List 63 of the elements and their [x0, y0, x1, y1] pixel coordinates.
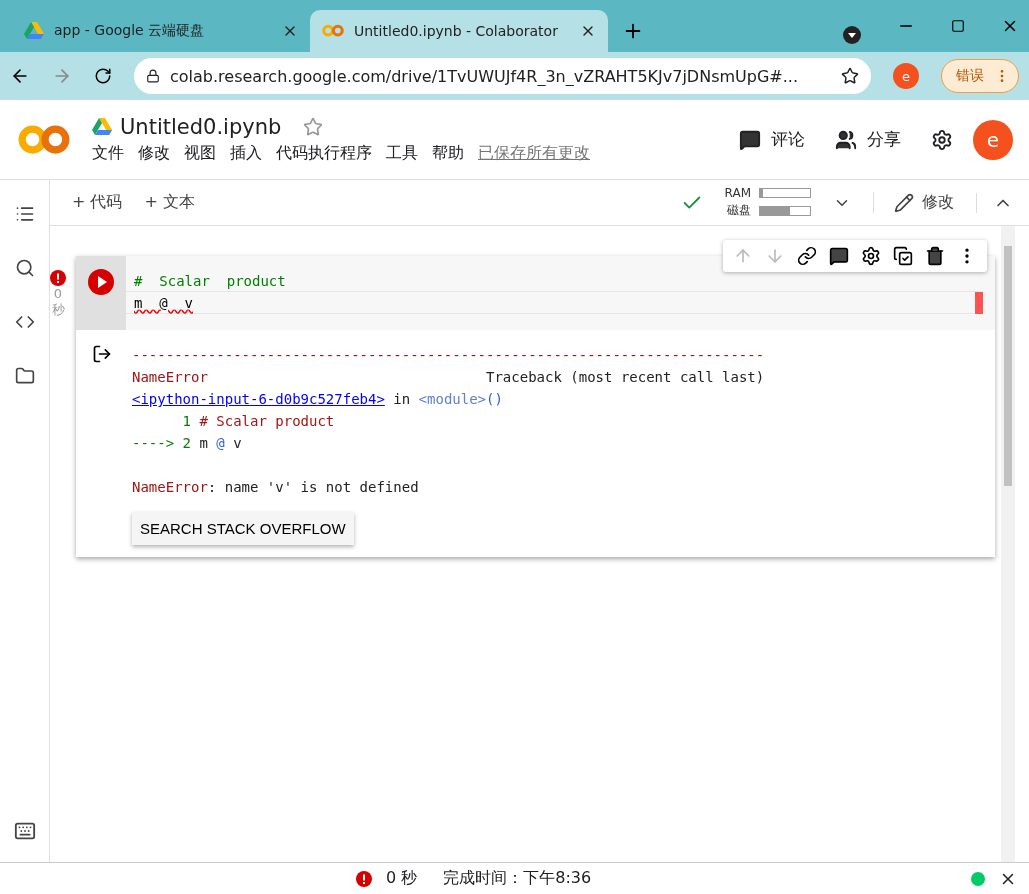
run-count: 0 — [53, 286, 63, 301]
tab-search-icon[interactable] — [843, 26, 861, 44]
menu-item[interactable]: 插入 — [230, 143, 262, 164]
traceback-line: 1 # Scalar product — [181, 412, 336, 431]
comment-icon[interactable] — [829, 246, 849, 266]
menu-item[interactable]: 代码执行程序 — [276, 143, 372, 164]
drive-icon — [24, 22, 44, 40]
menu-item[interactable]: 帮助 — [432, 143, 464, 164]
ram-label: RAM — [724, 186, 751, 200]
notebook-title[interactable]: Untitled0.ipynb — [120, 115, 282, 139]
error-icon — [50, 270, 66, 286]
folder-icon[interactable] — [14, 366, 35, 386]
browser-tab[interactable]: Untitled0.ipynb - Colaborator — [310, 10, 608, 52]
traceback-line: NameError Traceback (most recent call last) — [132, 368, 765, 387]
traceback-line: <ipython-input-6-d0b9c527feb4> in <module>() — [132, 390, 504, 409]
url-text: colab.research.google.com/drive/1TvUWUJf4R_3n_vZRAHT5KJv7jDNsmUpG#... — [170, 66, 799, 86]
keyboard-icon[interactable] — [13, 820, 36, 842]
bookmark-star-icon[interactable] — [841, 67, 859, 85]
error-message: NameError: name 'v' is not defined — [132, 478, 420, 497]
settings-icon[interactable] — [861, 246, 881, 266]
menu-item[interactable]: 视图 — [184, 143, 216, 164]
traceback-line: ----> 2 m @ v — [132, 434, 243, 453]
add-text-button[interactable]: + 文本 — [144, 192, 195, 213]
mirror-cell-icon[interactable] — [893, 246, 913, 266]
settings-icon[interactable] — [931, 128, 953, 151]
star-icon[interactable] — [303, 117, 324, 137]
menu-item[interactable]: 工具 — [386, 143, 418, 164]
drive-icon — [92, 118, 112, 136]
run-unit: 秒 — [51, 301, 65, 319]
scrollbar-thumb[interactable] — [1004, 246, 1012, 486]
connection-status-icon — [971, 871, 985, 886]
link-icon[interactable] — [797, 246, 817, 266]
delete-icon[interactable] — [925, 246, 945, 266]
edit-button[interactable]: 修改 — [922, 192, 954, 213]
traceback-line: --------------------------------------------------------------------------- — [132, 346, 765, 365]
search-stack-overflow-button[interactable]: SEARCH STACK OVERFLOW — [132, 512, 354, 545]
run-button[interactable] — [88, 269, 114, 295]
comment-icon — [739, 128, 761, 151]
save-status-link[interactable]: 已保存所有更改 — [478, 143, 590, 164]
browser-tab[interactable]: app - Google 云端硬盘 — [12, 10, 310, 52]
share-button[interactable]: 分享 — [867, 128, 901, 151]
pencil-icon — [894, 192, 914, 213]
menu-item[interactable]: 文件 — [92, 143, 124, 164]
search-icon[interactable] — [14, 258, 35, 278]
menu-item[interactable]: 修改 — [138, 143, 170, 164]
reload-icon[interactable] — [94, 67, 112, 85]
add-code-button[interactable]: + 代码 — [72, 192, 123, 213]
output-icon[interactable] — [92, 344, 112, 364]
colab-logo-icon — [322, 24, 344, 38]
disk-label: 磁盘 — [726, 202, 751, 219]
comment-button[interactable]: 评论 — [771, 128, 805, 151]
address-bar[interactable]: colab.research.google.com/drive/1TvUWUJf4R_3n_vZRAHT5KJv7jDNsmUpG#... — [134, 58, 871, 94]
resource-meter[interactable]: RAM 磁盘 — [724, 186, 811, 219]
error-button[interactable]: 错误 — [941, 59, 1019, 93]
execution-duration: 0 秒 — [386, 868, 418, 889]
people-icon — [835, 128, 857, 151]
code-line[interactable]: m @ v — [126, 292, 983, 314]
maximize-icon[interactable] — [951, 19, 965, 33]
table-of-contents-icon[interactable] — [14, 204, 35, 224]
colab-logo-icon — [18, 123, 70, 156]
completion-time: 完成时间：下午8:36 — [443, 868, 592, 889]
lock-icon — [146, 69, 160, 83]
error-icon — [356, 870, 372, 887]
